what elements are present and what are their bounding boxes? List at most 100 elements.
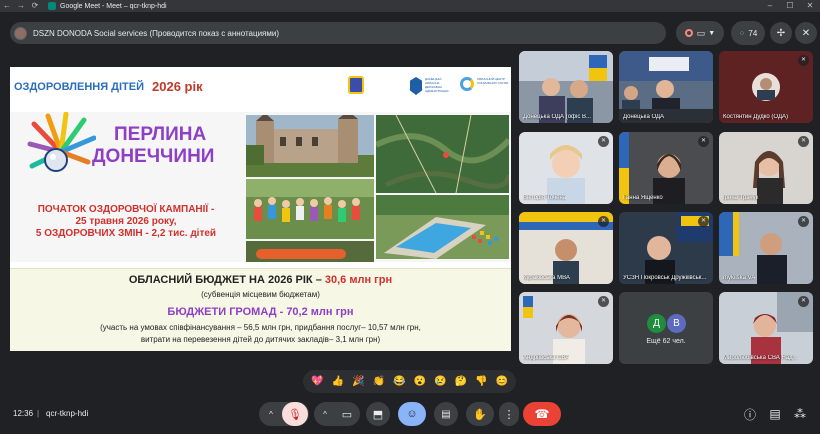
shared-presentation[interactable]: ОЗДОРОВЛЕННЯ ДІТЕЙ 2026 рік ДОНЕЦЬКА ОБЛ… (10, 67, 511, 351)
browser-titlebar: ← → ⟳ Google Meet - Meet – qcr-tknp-hdi … (0, 0, 820, 12)
participant-tile[interactable]: ✕ Миролюбівська СВА Над... (719, 292, 813, 364)
reaction-surprised-icon[interactable]: 😮 (412, 376, 427, 387)
participant-name: Ганна Ященко (623, 195, 663, 201)
participant-tile[interactable]: ✕ Ірина Трачук (719, 132, 813, 204)
participant-name: Костянтин Дудко (ОДА) (723, 114, 789, 120)
chat-icon: ▤ (769, 407, 781, 421)
campaign-line-3: 5 ОЗДОРОВЧИХ ЗМІН - 2,2 тис. дітей (35, 228, 217, 239)
regional-budget-value: 30,6 млн грн (324, 274, 393, 286)
reaction-thinking-icon[interactable]: 🤔 (453, 376, 468, 387)
chat-button[interactable]: ▤ (764, 402, 786, 426)
presentation-info-pill[interactable]: DSZN DONODA Social services (Проводится … (10, 22, 666, 44)
participant-name: Донецька ОДА (офіс В... (523, 114, 591, 120)
reload-icon[interactable]: ⟳ (28, 0, 42, 12)
meeting-details-button[interactable]: ⓘ (739, 402, 761, 426)
reaction-heart-icon[interactable]: 💖 (310, 376, 325, 387)
slide-visual-section: ПЕРЛИНА ДОНЕЧЧИНИ ПОЧАТОК ОЗДОРОВЧОЇ КАМ… (10, 112, 511, 262)
people-icon: ⁘ (738, 28, 746, 38)
more-participants-tile[interactable]: Д В Ещё 62 чел. (619, 292, 713, 364)
back-icon[interactable]: ← (0, 0, 14, 12)
reaction-thumbs-down-icon[interactable]: 👎 (474, 376, 489, 387)
brand-title-line1: ПЕРЛИНА (114, 124, 207, 145)
community-budget-value: 70,2 млн грн (286, 306, 354, 318)
community-budget-line: БЮДЖЕТИ ГРОМАД - 70,2 млн грн (10, 306, 511, 318)
hang-up-icon: ☎ (534, 407, 550, 421)
mic-control-group: ^ 🎙 (259, 402, 309, 426)
video-feed (619, 51, 713, 123)
people-count-button[interactable]: ⁘ 74 (731, 21, 765, 45)
raise-hand-button[interactable]: ✋ (466, 402, 494, 426)
host-controls-icon[interactable]: ✢ (770, 22, 792, 44)
reaction-party-icon[interactable]: 🎉 (351, 376, 366, 387)
participant-tile[interactable]: ✕ mykilska VA (719, 212, 813, 284)
participant-tile[interactable]: Донецька ОДА (619, 51, 713, 123)
more-participants-label: Ещё 62 чел. (646, 338, 686, 345)
record-icon (684, 29, 693, 37)
activities-icon: ⁂ (794, 407, 806, 421)
children-group-photo (246, 179, 374, 239)
slide-year: 2026 рік (152, 79, 203, 94)
participant-tile[interactable]: ✕ УСЗН Покровськ Дружківськ... (619, 212, 713, 284)
captions-button[interactable]: ▤ (434, 402, 458, 426)
participant-initial-avatar: Д (647, 314, 666, 333)
more-options-button[interactable]: ⋮ (499, 402, 519, 426)
social-services-logo-icon (460, 77, 474, 91)
chevron-down-icon: ▼ (708, 29, 716, 37)
close-window-button[interactable]: ✕ (800, 0, 820, 12)
org-name-administration: ДОНЕЦЬКА ОБЛАСНА ДЕРЖАВНА АДМІНІСТРАЦІЯ (425, 77, 449, 93)
forward-icon[interactable]: → (14, 0, 28, 12)
mic-off-icon: ✕ (598, 296, 609, 307)
mic-off-button[interactable]: 🎙 (282, 402, 308, 426)
brand-title-line2: ДОНЕЧЧИНИ (92, 146, 215, 167)
community-budget-label: БЮДЖЕТИ ГРОМАД - (167, 306, 287, 318)
mic-off-icon: ✕ (598, 216, 609, 227)
camera-control-group: ^ ▭ (314, 402, 360, 426)
participant-tile[interactable]: ✕ Вікторія Точена (519, 132, 613, 204)
recording-layout-button[interactable]: ▭ ▼ (676, 21, 724, 45)
aerial-map-photo (376, 115, 509, 193)
slide-title: ОЗДОРОВЛЕННЯ ДІТЕЙ (14, 81, 145, 93)
mic-options-chevron-icon[interactable]: ^ (260, 410, 282, 419)
minimize-button[interactable]: – (760, 0, 780, 12)
reaction-thumbs-up-icon[interactable]: 👍 (330, 376, 345, 387)
hand-icon: ✋ (473, 408, 487, 421)
video-feed (519, 51, 613, 123)
captions-icon: ▤ (441, 408, 451, 420)
activities-button[interactable]: ⁂ (789, 402, 811, 426)
reaction-clap-icon[interactable]: 👏 (371, 376, 386, 387)
rafting-photo (246, 241, 374, 262)
camera-button[interactable]: ▭ (335, 408, 359, 421)
trident-icon (410, 77, 422, 95)
meeting-clock: 12:36 (13, 409, 34, 418)
participant-tile[interactable]: Донецька ОДА (офіс В... (519, 51, 613, 123)
more-vertical-icon: ⋮ (503, 408, 515, 421)
donetsk-emblem-icon (348, 76, 364, 94)
participant-name: Куракiвська МВА (523, 275, 570, 281)
participant-name: mykilska VA (723, 275, 756, 281)
campaign-text-block: ПОЧАТОК ОЗДОРОВЧОЇ КАМПАНІЇ - 25 травня … (10, 204, 242, 240)
participant-tile[interactable]: ✕ Андріївська СВА (519, 292, 613, 364)
mic-off-icon: ✕ (698, 136, 709, 147)
maximize-button[interactable]: ☐ (780, 0, 800, 12)
pearl-burst-logo-icon (27, 112, 96, 172)
participant-initial-avatar: В (667, 314, 686, 333)
camera-options-chevron-icon[interactable]: ^ (315, 410, 335, 419)
pin-icon[interactable]: ✕ (795, 22, 817, 44)
meet-topbar: DSZN DONODA Social services (Проводится … (0, 12, 820, 52)
participant-tile[interactable]: ✕ Костянтин Дудко (ОДА) (719, 51, 813, 123)
participant-name: Ірина Трачук (723, 195, 759, 201)
leave-call-button[interactable]: ☎ (523, 402, 561, 426)
present-screen-button[interactable]: ⬒ (366, 402, 390, 426)
separator: | (37, 409, 40, 418)
reactions-button[interactable]: ☺ (398, 402, 426, 426)
reaction-laugh-icon[interactable]: 😂 (392, 376, 407, 387)
participant-tile[interactable]: ✕ Ганна Ященко (619, 132, 713, 204)
info-icon: ⓘ (743, 407, 756, 422)
participant-tile[interactable]: ✕ Куракiвська МВА (519, 212, 613, 284)
present-screen-icon: ⬒ (372, 408, 384, 421)
reaction-sad-icon[interactable]: 😢 (433, 376, 448, 387)
presenter-text: DSZN DONODA Social services (Проводится … (33, 28, 280, 38)
emoji-icon: ☺ (406, 408, 418, 420)
reaction-add-emoji-icon[interactable]: 😊 (494, 376, 509, 387)
presenter-avatar (14, 26, 27, 40)
